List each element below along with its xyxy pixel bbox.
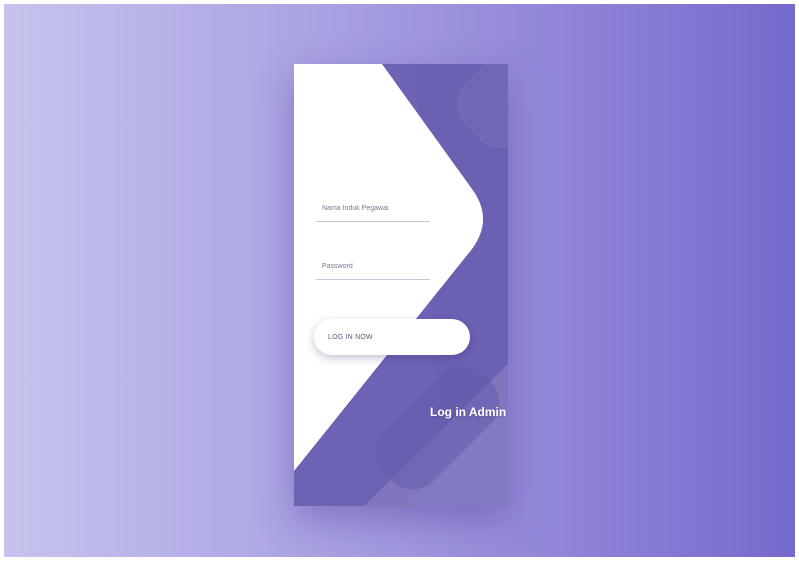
card-decoration [294,64,508,506]
card-title: Log in Admin [430,405,507,419]
login-button[interactable]: LOG IN NOW [314,319,470,355]
background: LOG IN NOW Log in Admin [4,4,795,557]
login-card: LOG IN NOW Log in Admin [294,64,508,506]
username-input[interactable] [316,204,430,212]
username-field [316,195,430,222]
password-field [316,253,430,280]
password-input[interactable] [316,262,430,270]
